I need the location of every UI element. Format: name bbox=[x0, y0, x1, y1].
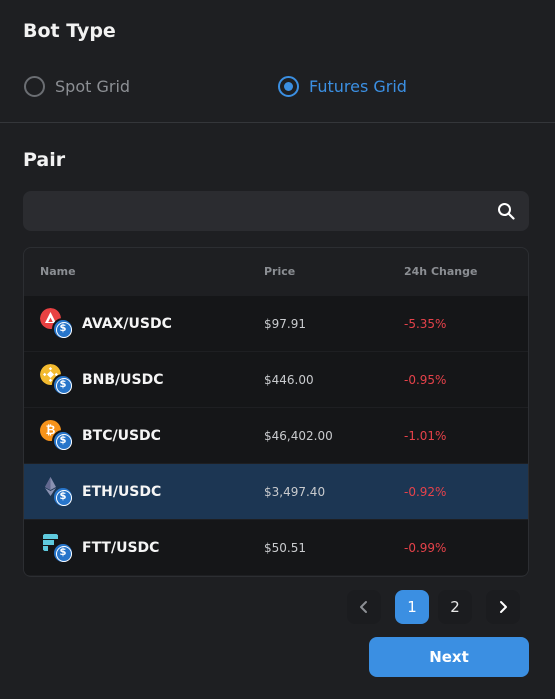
usdc-icon: $ bbox=[52, 374, 74, 396]
pair-icon: ₿ $ bbox=[40, 420, 74, 452]
table-row[interactable]: $ ETH/USDC $3,497.40 -0.92% bbox=[24, 464, 528, 519]
column-header-change: 24h Change bbox=[404, 265, 478, 278]
pair-icon: $ bbox=[40, 476, 74, 508]
search-icon[interactable] bbox=[497, 202, 515, 220]
chevron-right-icon bbox=[500, 601, 507, 613]
section-divider bbox=[0, 122, 555, 123]
pagination: 1 2 bbox=[0, 590, 555, 624]
bot-type-title: Bot Type bbox=[23, 20, 116, 42]
radio-unchecked-icon bbox=[24, 75, 45, 97]
table-row[interactable]: $ AVAX/USDC $97.91 -5.35% bbox=[24, 296, 528, 351]
prev-page-button[interactable] bbox=[347, 590, 381, 624]
pair-price: $50.51 bbox=[264, 541, 306, 555]
pair-change: -0.99% bbox=[404, 541, 447, 555]
column-header-price: Price bbox=[264, 265, 296, 278]
pair-name: ETH/USDC bbox=[82, 484, 162, 500]
pair-table: Name Price 24h Change $ AVAX/USDC $97.91… bbox=[23, 247, 529, 577]
futures-grid-radio[interactable]: Futures Grid bbox=[278, 75, 407, 97]
pair-change: -1.01% bbox=[404, 429, 447, 443]
spot-grid-radio[interactable]: Spot Grid bbox=[24, 75, 130, 97]
pair-price: $446.00 bbox=[264, 373, 314, 387]
usdc-icon: $ bbox=[52, 318, 74, 340]
pair-price: $46,402.00 bbox=[264, 429, 333, 443]
futures-grid-label: Futures Grid bbox=[309, 76, 407, 96]
pair-price: $97.91 bbox=[264, 317, 306, 331]
pair-name: BTC/USDC bbox=[82, 428, 161, 444]
pair-price: $3,497.40 bbox=[264, 485, 326, 499]
usdc-icon: $ bbox=[52, 542, 74, 564]
bot-type-radio-group: Spot Grid Futures Grid bbox=[24, 75, 524, 97]
next-page-button[interactable] bbox=[486, 590, 520, 624]
pair-name: BNB/USDC bbox=[82, 372, 164, 388]
pair-name: AVAX/USDC bbox=[82, 316, 172, 332]
pair-icon: $ bbox=[40, 532, 74, 564]
column-header-name: Name bbox=[40, 265, 76, 278]
radio-checked-icon bbox=[278, 75, 299, 97]
page-button-2[interactable]: 2 bbox=[438, 590, 472, 624]
pair-name: FTT/USDC bbox=[82, 540, 160, 556]
table-header: Name Price 24h Change bbox=[24, 248, 528, 296]
page-button-1[interactable]: 1 bbox=[395, 590, 429, 624]
chevron-left-icon bbox=[360, 601, 367, 613]
usdc-icon: $ bbox=[52, 486, 74, 508]
pair-change: -5.35% bbox=[404, 317, 447, 331]
pair-change: -0.92% bbox=[404, 485, 447, 499]
usdc-icon: $ bbox=[52, 430, 74, 452]
table-row[interactable]: $ FTT/USDC $50.51 -0.99% bbox=[24, 520, 528, 575]
next-button[interactable]: Next bbox=[369, 637, 529, 677]
table-row[interactable]: $ BNB/USDC $446.00 -0.95% bbox=[24, 352, 528, 407]
pair-title: Pair bbox=[23, 149, 66, 171]
pair-icon: $ bbox=[40, 308, 74, 340]
pair-icon: $ bbox=[40, 364, 74, 396]
search-input[interactable] bbox=[35, 191, 475, 231]
table-row[interactable]: ₿ $ BTC/USDC $46,402.00 -1.01% bbox=[24, 408, 528, 463]
pair-change: -0.95% bbox=[404, 373, 447, 387]
search-bar bbox=[23, 191, 529, 231]
spot-grid-label: Spot Grid bbox=[55, 76, 131, 96]
